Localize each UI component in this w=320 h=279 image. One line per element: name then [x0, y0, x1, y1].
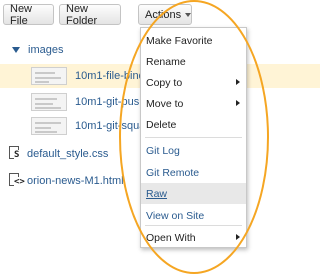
- menu-item-git-remote[interactable]: Git Remote: [141, 162, 246, 183]
- actions-menu: Make Favorite Rename Copy to Move to Del…: [140, 27, 247, 248]
- submenu-arrow-icon: [236, 100, 240, 106]
- menu-item-label: Make Favorite: [146, 34, 213, 47]
- new-file-label: New File: [10, 2, 33, 27]
- folder-row-images[interactable]: images: [12, 42, 63, 58]
- image-thumbnail: [31, 67, 67, 85]
- file-row[interactable]: 10m1-git-squas: [31, 117, 151, 135]
- file-row[interactable]: S default_style.css: [9, 145, 108, 163]
- menu-item-label: Git Log: [146, 144, 180, 157]
- file-name[interactable]: orion-news-M1.html: [27, 175, 124, 187]
- menu-divider: [145, 137, 242, 138]
- html-file-icon: <>: [9, 173, 25, 189]
- menu-item-git-log[interactable]: Git Log: [141, 140, 246, 161]
- menu-divider: [145, 225, 242, 226]
- menu-item-make-favorite[interactable]: Make Favorite: [141, 30, 246, 51]
- actions-label: Actions: [145, 8, 182, 21]
- file-row[interactable]: <> orion-news-M1.html: [9, 172, 124, 190]
- new-folder-label: New Folder: [66, 2, 98, 27]
- menu-item-label: View on Site: [146, 209, 205, 222]
- submenu-arrow-icon: [236, 79, 240, 85]
- file-name[interactable]: default_style.css: [27, 148, 108, 160]
- menu-item-label: Copy to: [146, 76, 183, 89]
- menu-item-label: Git Remote: [146, 166, 200, 179]
- file-row[interactable]: 10m1-git-push: [31, 93, 145, 111]
- image-thumbnail: [31, 117, 67, 135]
- menu-item-label: Open With: [146, 231, 196, 244]
- menu-item-copy-to[interactable]: Copy to: [141, 72, 246, 93]
- menu-item-label: Delete: [146, 118, 177, 131]
- new-file-button[interactable]: New File: [3, 2, 54, 27]
- actions-button[interactable]: Actions: [138, 4, 192, 25]
- submenu-arrow-icon: [236, 234, 240, 240]
- menu-item-move-to[interactable]: Move to: [141, 93, 246, 114]
- css-file-icon: S: [9, 146, 23, 162]
- menu-item-label: Move to: [146, 97, 184, 110]
- menu-item-view-on-site[interactable]: View on Site: [141, 205, 246, 226]
- image-thumbnail: [31, 93, 67, 111]
- menu-item-label: Rename: [146, 55, 186, 68]
- menu-item-rename[interactable]: Rename: [141, 51, 246, 72]
- file-row[interactable]: 10m1-file-bindi: [31, 67, 147, 85]
- file-name[interactable]: 10m1-git-push: [75, 96, 145, 108]
- menu-item-label: Raw: [146, 187, 168, 200]
- folder-name[interactable]: images: [28, 44, 63, 56]
- menu-item-open-with[interactable]: Open With: [141, 227, 246, 248]
- new-folder-button[interactable]: New Folder: [59, 2, 121, 27]
- expand-triangle-icon[interactable]: [12, 47, 20, 53]
- file-name[interactable]: 10m1-file-bindi: [75, 70, 147, 82]
- chevron-down-icon: [185, 12, 192, 17]
- menu-item-delete[interactable]: Delete: [141, 114, 246, 135]
- menu-item-raw[interactable]: Raw: [141, 183, 246, 204]
